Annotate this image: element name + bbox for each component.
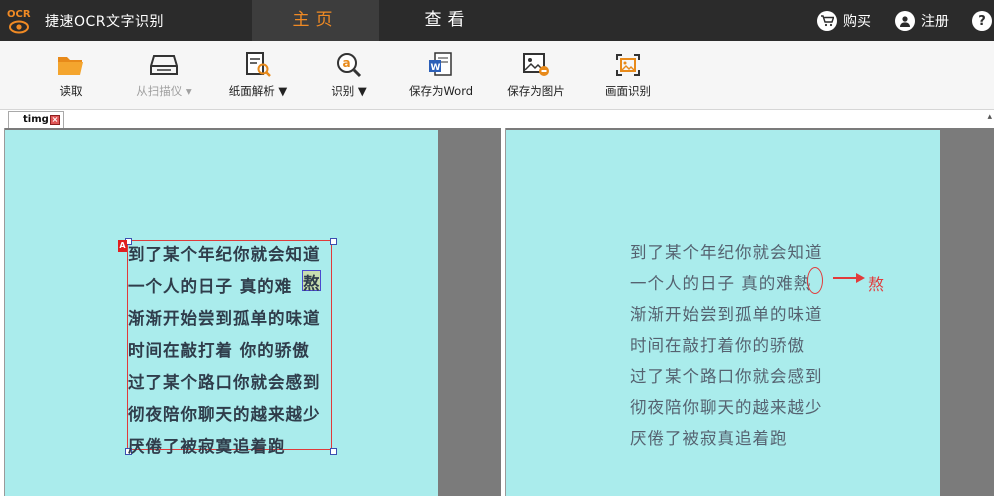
- close-icon[interactable]: ×: [50, 115, 60, 125]
- tab-view[interactable]: 查看: [384, 0, 511, 41]
- screen-capture-icon: [613, 51, 643, 79]
- arrow-right-icon: [833, 273, 865, 283]
- page-analysis-label: 纸面解析 ▼: [228, 84, 288, 98]
- screen-recognize-label: 画面识别: [605, 84, 651, 98]
- app-title: 捷速OCR文字识别: [45, 14, 165, 30]
- register-label: 注册: [921, 14, 949, 30]
- resize-handle[interactable]: [330, 238, 337, 245]
- source-line-6: 彻夜陪你聊天的越来越少: [128, 405, 321, 424]
- word-doc-icon: W: [426, 51, 456, 79]
- workspace: A 到了某个年纪你就会知道 一个人的日子 真的难 渐渐开始尝到孤单的味道 时间在敲打着…: [0, 128, 994, 496]
- from-scanner-button[interactable]: 从扫描仪 ▾: [126, 41, 202, 109]
- source-line-2: 一个人的日子 真的难: [128, 277, 293, 296]
- result-line-5: 过了某个路口你就会感到: [630, 367, 823, 386]
- logo-text: OCR: [7, 9, 31, 20]
- save-as-image-button[interactable]: 保存为图片: [498, 41, 574, 109]
- source-line-7: 厌倦了被寂寞追着跑: [128, 437, 286, 456]
- save-as-image-label: 保存为图片: [507, 84, 565, 98]
- document-tab-label: timg: [23, 114, 49, 125]
- result-line-7: 厌倦了被寂真追着跑: [630, 429, 788, 448]
- buy-button[interactable]: 购买: [817, 9, 871, 33]
- svg-text:W: W: [431, 63, 441, 73]
- result-line-3: 渐渐开始尝到孤单的味道: [630, 305, 823, 324]
- help-icon: ?: [972, 11, 992, 31]
- help-button[interactable]: ?: [972, 9, 992, 33]
- recognize-icon: a: [334, 51, 364, 79]
- page-analyze-icon: [243, 51, 273, 79]
- recognize-label: 识别 ▼: [331, 84, 367, 98]
- source-line-1: 到了某个年纪你就会知道: [128, 245, 321, 264]
- result-line-4: 时间在敲打着你的骄傲: [630, 336, 805, 355]
- app-logo: OCR: [6, 6, 34, 36]
- source-line-3: 渐渐开始尝到孤单的味道: [128, 309, 321, 328]
- screen-recognize-button[interactable]: 画面识别: [595, 41, 661, 109]
- ribbon-toolbar: 读取 从扫描仪 ▾ 纸面解析 ▼ a 识别 ▼ W 保存为Word 保存为图片: [0, 41, 994, 110]
- from-scanner-label: 从扫描仪 ▾: [136, 84, 192, 98]
- document-tab-strip: timg × ▴: [0, 110, 994, 129]
- source-line-5: 过了某个路口你就会感到: [128, 373, 321, 392]
- result-page: 到了某个年纪你就会知道 一个人的日子 真的难熱 渐渐开始尝到孤单的味道 时间在敲打着你…: [506, 130, 940, 496]
- title-bar: OCR 捷速OCR文字识别 主页 查看 购买 注册 ?: [0, 0, 994, 41]
- source-line-4: 时间在敲打着 你的骄傲: [128, 341, 310, 360]
- register-button[interactable]: 注册: [895, 9, 949, 33]
- save-as-word-button[interactable]: W 保存为Word: [403, 41, 479, 109]
- buy-label: 购买: [843, 14, 871, 30]
- result-panel[interactable]: 到了某个年纪你就会知道 一个人的日子 真的难熱 渐渐开始尝到孤单的味道 时间在敲打着你…: [505, 128, 994, 496]
- error-circle: [807, 267, 823, 294]
- source-image[interactable]: A 到了某个年纪你就会知道 一个人的日子 真的难渐渐开始尝到孤单的味道 时间在敲打着…: [5, 130, 438, 496]
- read-button[interactable]: 读取: [40, 41, 102, 109]
- tab-scroll-arrow-icon[interactable]: ▴: [987, 112, 992, 122]
- read-label: 读取: [59, 84, 83, 98]
- cart-icon: [817, 11, 837, 31]
- document-tab[interactable]: timg ×: [8, 111, 64, 128]
- region-marker-icon: A: [118, 240, 127, 252]
- highlighted-character-glyph: 熬: [303, 274, 320, 293]
- tab-home[interactable]: 主页: [252, 0, 379, 41]
- source-image-panel[interactable]: A 到了某个年纪你就会知道 一个人的日子 真的难渐渐开始尝到孤单的味道 时间在敲打着…: [4, 128, 501, 496]
- result-line-2: 一个人的日子 真的难熱: [630, 274, 812, 293]
- result-line-1: 到了某个年纪你就会知道: [630, 243, 823, 262]
- save-image-icon: [521, 51, 551, 79]
- resize-handle[interactable]: [330, 448, 337, 455]
- scanner-icon: [149, 51, 179, 79]
- correction-character: 熬: [868, 275, 885, 294]
- result-line-6: 彻夜陪你聊天的越来越少: [630, 398, 823, 417]
- page-analysis-button[interactable]: 纸面解析 ▼: [220, 41, 296, 109]
- svg-text:a: a: [343, 56, 351, 70]
- recognize-button[interactable]: a 识别 ▼: [318, 41, 380, 109]
- save-as-word-label: 保存为Word: [408, 84, 474, 98]
- user-icon: [895, 11, 915, 31]
- folder-open-icon: [56, 51, 86, 79]
